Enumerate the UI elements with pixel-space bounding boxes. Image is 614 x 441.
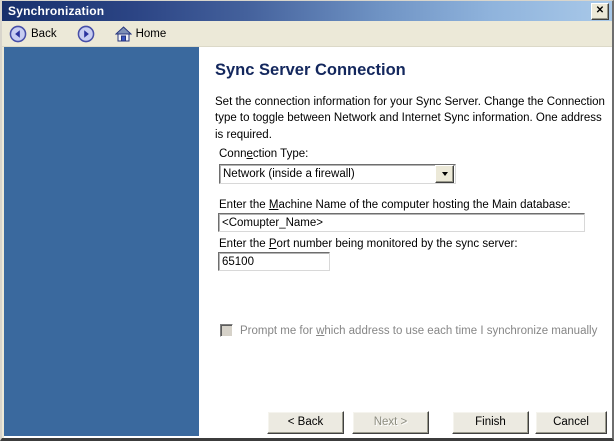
- back-button[interactable]: Back: [9, 25, 57, 43]
- chevron-down-icon: [441, 172, 448, 176]
- close-icon[interactable]: ✕: [591, 2, 609, 20]
- forward-button[interactable]: [77, 25, 95, 43]
- port-number-input[interactable]: [218, 252, 330, 271]
- back-wizard-button[interactable]: < Back: [267, 411, 344, 434]
- finish-button[interactable]: Finish: [452, 411, 529, 434]
- page-title: Sync Server Connection: [215, 61, 406, 79]
- window-title: Synchronization: [8, 4, 105, 18]
- prompt-checkbox-label: Prompt me for which address to use each …: [240, 325, 598, 337]
- connection-type-label: Connection Type:: [219, 148, 309, 160]
- prompt-checkbox: [220, 324, 233, 337]
- navigation-toolbar: Back Home: [2, 21, 612, 47]
- forward-arrow-icon: [77, 25, 94, 42]
- synchronization-dialog: Synchronization ✕ Back Home Sync Server …: [0, 0, 614, 441]
- connection-type-value: Network (inside a firewall): [223, 168, 355, 180]
- back-button-label: Back: [31, 27, 57, 40]
- dialog-body: Sync Server Connection Set the connectio…: [2, 47, 612, 438]
- page-description: Set the connection information for your …: [215, 96, 605, 141]
- cancel-button[interactable]: Cancel: [535, 411, 607, 434]
- title-bar: Synchronization ✕: [2, 1, 612, 21]
- home-icon: [114, 25, 132, 41]
- next-wizard-button: Next >: [352, 411, 429, 434]
- home-button-label: Home: [135, 27, 167, 40]
- home-button[interactable]: Home: [114, 25, 167, 42]
- back-arrow-icon: [9, 25, 27, 42]
- port-label: Enter the Port number being monitored by…: [219, 238, 518, 250]
- blue-sidebar-panel: [4, 47, 199, 436]
- dropdown-arrow-button[interactable]: [435, 165, 454, 183]
- machine-name-input[interactable]: [218, 213, 585, 232]
- machine-name-label: Enter the Machine Name of the computer h…: [219, 199, 571, 211]
- connection-type-dropdown[interactable]: Network (inside a firewall): [219, 164, 456, 184]
- prompt-checkbox-row: Prompt me for which address to use each …: [220, 324, 597, 338]
